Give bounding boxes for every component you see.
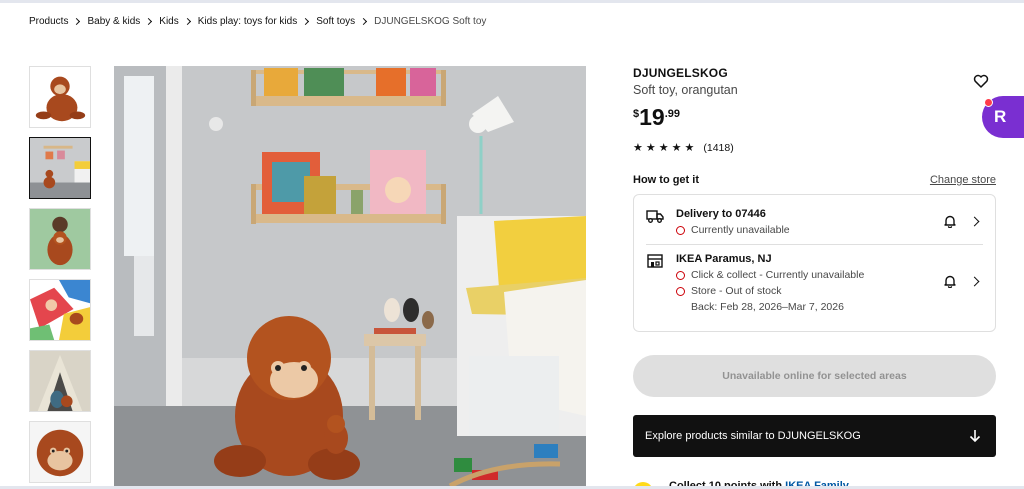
- product-name: DJUNGELSKOG: [633, 66, 728, 80]
- chevron-right-icon: [183, 17, 191, 26]
- chevron-right-icon[interactable]: [969, 216, 980, 227]
- notification-dot-icon: [984, 98, 993, 107]
- unavailable-status-icon: [676, 286, 685, 296]
- star-icon: ★: [658, 141, 669, 154]
- breadcrumb: Products Baby & kids Kids Kids play: toy…: [29, 16, 486, 27]
- thumbnail-orangutan[interactable]: [29, 66, 91, 128]
- unavailable-status-icon: [676, 270, 685, 280]
- unavailable-status-icon: [676, 225, 685, 235]
- main-product-image[interactable]: [114, 66, 586, 489]
- store-stock-status-text: Store - Out of stock: [691, 285, 782, 297]
- how-to-get-it-title: How to get it: [633, 174, 699, 186]
- explore-similar-label: Explore products similar to DJUNGELSKOG: [645, 430, 861, 442]
- breadcrumb-kids[interactable]: Kids: [159, 16, 178, 27]
- delivery-row[interactable]: Delivery to 07446 Currently unavailable: [646, 208, 983, 244]
- delivery-truck-icon: [646, 210, 664, 223]
- store-row[interactable]: IKEA Paramus, NJ Click & collect - Curre…: [646, 253, 983, 323]
- arrow-down-icon: [969, 430, 981, 443]
- star-icon: ★: [645, 141, 656, 154]
- unavailable-online-button[interactable]: Unavailable online for selected areas: [633, 355, 996, 397]
- how-to-get-it-header: How to get it Change store: [633, 173, 996, 187]
- click-collect-status-text: Click & collect - Currently unavailable: [691, 269, 865, 281]
- product-price: $ 19 .99: [633, 105, 996, 129]
- delivery-status-text: Currently unavailable: [691, 224, 790, 236]
- click-collect-status: Click & collect - Currently unavailable: [676, 269, 864, 281]
- store-title: IKEA Paramus, NJ: [676, 253, 772, 265]
- divider: [646, 244, 983, 245]
- top-border: [0, 0, 1024, 3]
- restock-date: Back: Feb 28, 2026–Mar 7, 2026: [691, 301, 844, 313]
- chevron-right-icon: [145, 17, 153, 26]
- breadcrumb-products[interactable]: Products: [29, 16, 68, 27]
- change-store-link[interactable]: Change store: [930, 174, 996, 186]
- rating[interactable]: ★ ★ ★ ★ ★ (1418): [633, 142, 996, 154]
- breadcrumb-kids-play[interactable]: Kids play: toys for kids: [198, 16, 297, 27]
- chevron-right-icon: [360, 17, 368, 26]
- price-integer: 19: [639, 104, 665, 130]
- breadcrumb-current: DJUNGELSKOG Soft toy: [374, 16, 487, 27]
- product-info: DJUNGELSKOG Soft toy, orangutan $ 19 .99…: [633, 66, 996, 154]
- availability-panel: Delivery to 07446 Currently unavailable …: [633, 194, 996, 332]
- favorite-heart-icon[interactable]: [973, 73, 989, 89]
- delivery-status: Currently unavailable: [676, 224, 790, 236]
- breadcrumb-baby-kids[interactable]: Baby & kids: [87, 16, 140, 27]
- thumbnail-room[interactable]: [29, 137, 91, 199]
- store-stock-status: Store - Out of stock: [676, 285, 864, 297]
- chevron-right-icon[interactable]: [969, 276, 980, 287]
- star-icon: ★: [684, 141, 695, 154]
- bell-icon[interactable]: [943, 214, 957, 228]
- star-icon: ★: [671, 141, 682, 154]
- store-icon: [647, 254, 663, 268]
- thumbnail-child[interactable]: [29, 208, 91, 270]
- review-count[interactable]: (1418): [703, 142, 733, 154]
- extension-letter: R: [994, 107, 1007, 126]
- star-icon: ★: [633, 141, 643, 154]
- bell-icon[interactable]: [943, 274, 957, 288]
- thumbnail-gallery: [29, 66, 91, 489]
- delivery-title: Delivery to 07446: [676, 208, 766, 220]
- thumbnail-tent[interactable]: [29, 350, 91, 412]
- thumbnail-bedding[interactable]: [29, 279, 91, 341]
- thumbnail-face[interactable]: [29, 421, 91, 483]
- explore-similar-button[interactable]: Explore products similar to DJUNGELSKOG: [633, 415, 996, 457]
- chevron-right-icon: [302, 17, 310, 26]
- rating-stars: ★ ★ ★ ★ ★: [633, 141, 695, 154]
- price-decimal: .99: [664, 108, 681, 120]
- chevron-right-icon: [73, 17, 81, 26]
- product-description: Soft toy, orangutan: [633, 83, 738, 97]
- breadcrumb-soft-toys[interactable]: Soft toys: [316, 16, 355, 27]
